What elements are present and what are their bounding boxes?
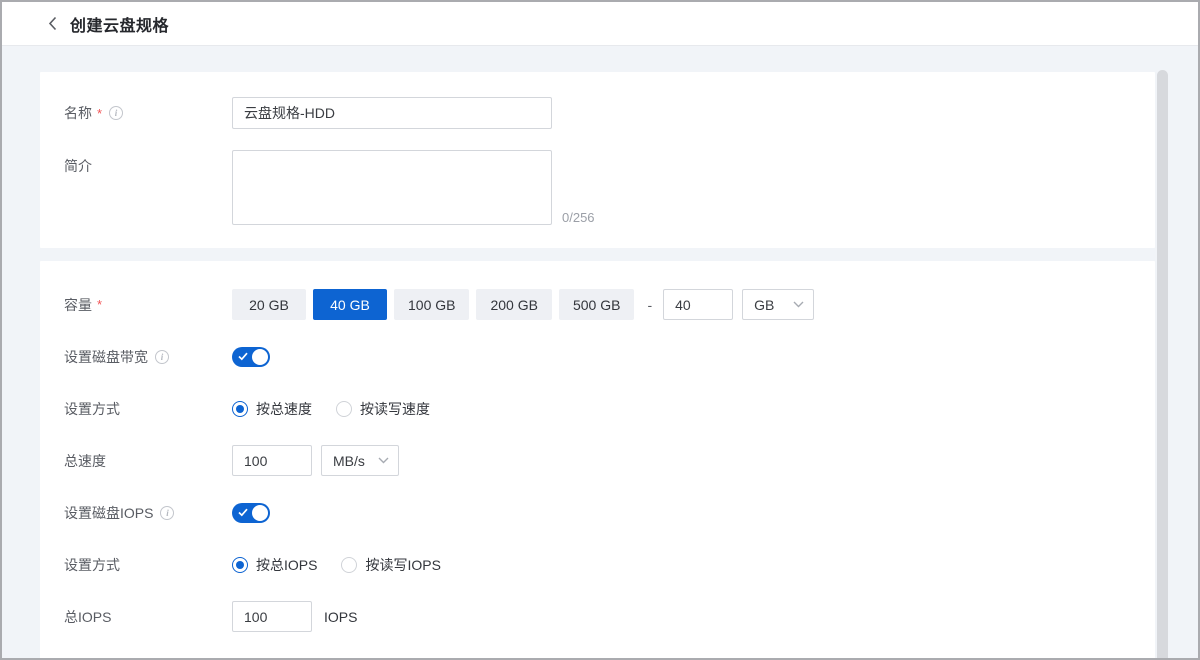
capacity-separator: - [647, 297, 652, 313]
page-content: 名称* i 简介 0/256 容量* [2, 46, 1198, 660]
iops-mode-label: 设置方式 [64, 555, 232, 575]
speed-unit-select[interactable]: MB/s [321, 445, 399, 476]
toggle-knob [252, 505, 268, 521]
total-iops-input[interactable] [232, 601, 312, 632]
description-row: 简介 0/256 [64, 150, 1131, 225]
capacity-option-20gb[interactable]: 20 GB [232, 289, 306, 320]
total-iops-row: 总IOPS IOPS [64, 601, 1131, 632]
config-card: 容量* 20 GB 40 GB 100 GB 200 GB 500 GB - G… [40, 261, 1155, 660]
check-icon [238, 352, 248, 361]
capacity-label: 容量* [64, 295, 232, 315]
info-icon[interactable]: i [160, 506, 174, 520]
info-icon[interactable]: i [109, 106, 123, 120]
radio-icon [336, 401, 352, 417]
total-iops-label: 总IOPS [64, 607, 232, 627]
bandwidth-toggle-label: 设置磁盘带宽 i [64, 347, 232, 367]
required-mark: * [97, 106, 102, 121]
description-label: 简介 [64, 150, 232, 176]
page-header: 创建云盘规格 [2, 2, 1198, 46]
name-input[interactable] [232, 97, 552, 129]
total-speed-row: 总速度 MB/s [64, 445, 1131, 476]
radio-total-speed[interactable]: 按总速度 [232, 399, 312, 419]
bandwidth-toggle[interactable] [232, 347, 270, 367]
capacity-option-500gb[interactable]: 500 GB [559, 289, 634, 320]
name-label: 名称* i [64, 103, 232, 123]
vertical-scrollbar[interactable] [1157, 70, 1168, 660]
check-icon [238, 508, 248, 517]
iops-toggle-label: 设置磁盘IOPS i [64, 503, 232, 523]
speed-unit-value: MB/s [333, 453, 365, 469]
radio-icon [232, 401, 248, 417]
radio-read-write-speed[interactable]: 按读写速度 [336, 399, 430, 419]
char-counter: 0/256 [562, 210, 595, 225]
chevron-down-icon [378, 457, 389, 464]
capacity-unit-value: GB [754, 297, 774, 313]
iops-unit-text: IOPS [324, 609, 357, 625]
chevron-left-icon [48, 16, 57, 31]
radio-icon [232, 557, 248, 573]
capacity-option-100gb[interactable]: 100 GB [394, 289, 469, 320]
radio-read-write-iops[interactable]: 按读写IOPS [341, 555, 440, 575]
capacity-option-40gb[interactable]: 40 GB [313, 289, 387, 320]
basic-info-card: 名称* i 简介 0/256 [40, 72, 1155, 248]
speed-mode-row: 设置方式 按总速度 按读写速度 [64, 393, 1131, 424]
capacity-option-200gb[interactable]: 200 GB [476, 289, 551, 320]
radio-total-iops[interactable]: 按总IOPS [232, 555, 317, 575]
capacity-row: 容量* 20 GB 40 GB 100 GB 200 GB 500 GB - G… [64, 289, 1131, 320]
capacity-preset-group: 20 GB 40 GB 100 GB 200 GB 500 GB [232, 289, 634, 320]
description-textarea[interactable] [232, 150, 552, 225]
app-window: 创建云盘规格 名称* i 简介 0/256 [0, 0, 1200, 660]
total-speed-label: 总速度 [64, 451, 232, 471]
bandwidth-toggle-row: 设置磁盘带宽 i [64, 341, 1131, 372]
toggle-knob [252, 349, 268, 365]
iops-toggle[interactable] [232, 503, 270, 523]
speed-mode-radio-group: 按总速度 按读写速度 [232, 399, 430, 419]
total-speed-input[interactable] [232, 445, 312, 476]
capacity-unit-select[interactable]: GB [742, 289, 814, 320]
chevron-down-icon [793, 301, 804, 308]
iops-mode-radio-group: 按总IOPS 按读写IOPS [232, 555, 441, 575]
name-row: 名称* i [64, 97, 1131, 129]
iops-mode-row: 设置方式 按总IOPS 按读写IOPS [64, 549, 1131, 580]
radio-icon [341, 557, 357, 573]
iops-toggle-row: 设置磁盘IOPS i [64, 497, 1131, 528]
required-mark: * [97, 297, 102, 312]
capacity-custom-input[interactable] [663, 289, 733, 320]
speed-mode-label: 设置方式 [64, 399, 232, 419]
info-icon[interactable]: i [155, 350, 169, 364]
page-title: 创建云盘规格 [70, 12, 169, 36]
back-button[interactable] [48, 16, 57, 31]
description-field-wrap: 0/256 [232, 150, 595, 225]
